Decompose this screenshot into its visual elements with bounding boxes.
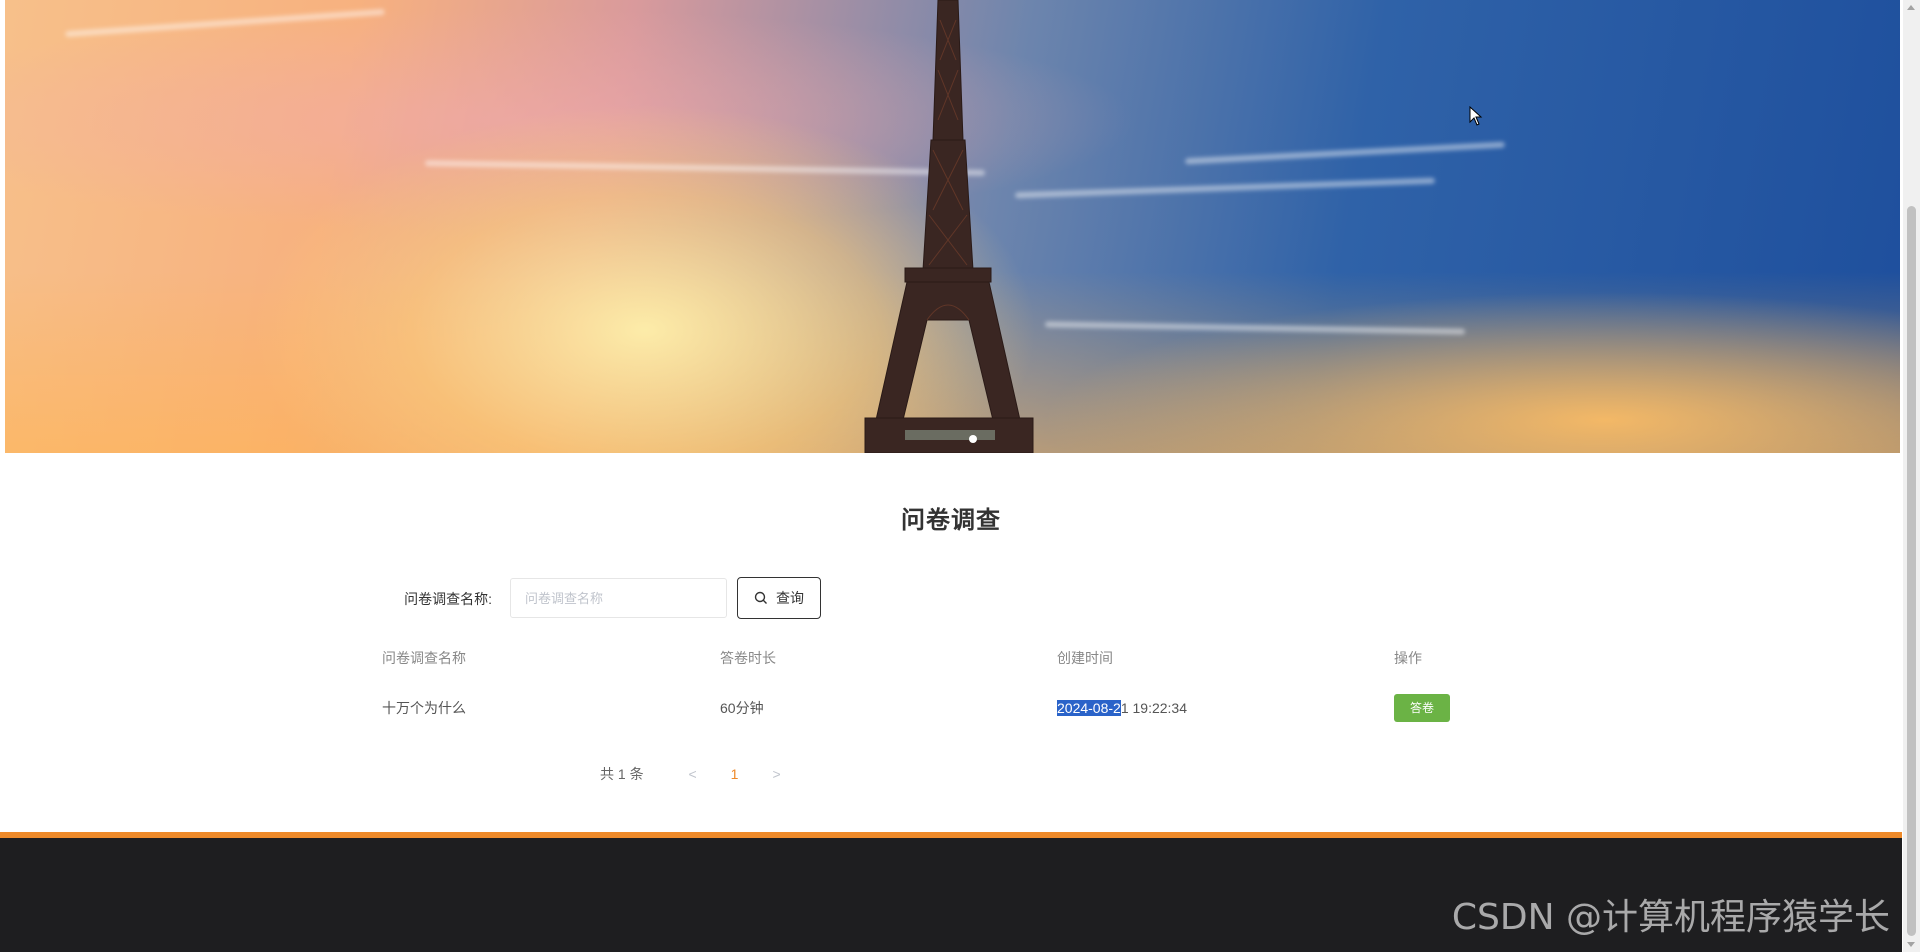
cell-survey-name: 十万个为什么 <box>382 700 466 716</box>
carousel-indicator-dot[interactable] <box>969 435 977 443</box>
pagination-prev-button[interactable]: < <box>672 766 714 782</box>
page-title: 问卷调查 <box>901 507 1001 534</box>
survey-table: 问卷调查名称 答卷时长 创建时间 操作 十万个为什么 60分钟 2024-08-… <box>368 638 1548 738</box>
page-scrollbar[interactable] <box>1903 0 1920 952</box>
eiffel-tower-image <box>864 0 1034 453</box>
search-input[interactable] <box>510 578 727 618</box>
search-button[interactable]: 查询 <box>737 577 821 619</box>
pagination-total: 共 1 条 <box>600 766 644 782</box>
cell-action: 答卷 <box>1380 678 1548 738</box>
search-button-label: 查询 <box>776 590 804 606</box>
banner-carousel[interactable] <box>5 0 1900 453</box>
scrollbar-thumb[interactable] <box>1907 206 1916 936</box>
watermark-text: CSDN @计算机程序猿学长 <box>1451 897 1890 938</box>
answer-survey-button[interactable]: 答卷 <box>1394 694 1450 722</box>
created-time-rest: 1 19:22:34 <box>1120 700 1187 716</box>
cell-duration: 60分钟 <box>720 700 764 716</box>
search-label: 问卷调查名称: <box>404 591 492 607</box>
pagination-next-button[interactable]: > <box>756 766 798 782</box>
footer: CSDN @计算机程序猿学长 <box>0 838 1902 952</box>
scroll-down-arrow-icon[interactable] <box>1907 942 1915 947</box>
pagination-page-1[interactable]: 1 <box>714 766 756 782</box>
column-header-action: 操作 <box>1394 650 1422 666</box>
mouse-cursor-icon <box>1469 106 1483 126</box>
table-row: 十万个为什么 60分钟 2024-08-21 19:22:34 答卷 <box>368 678 1548 738</box>
column-header-name: 问卷调查名称 <box>382 650 466 666</box>
search-icon <box>754 591 767 604</box>
column-header-duration: 答卷时长 <box>720 650 776 666</box>
selected-text: 2024-08-2 <box>1057 700 1121 716</box>
table-header-row: 问卷调查名称 答卷时长 创建时间 操作 <box>368 638 1548 678</box>
pagination: 共 1 条 < 1 > <box>600 762 798 786</box>
cell-created-time: 2024-08-21 19:22:34 <box>1043 678 1380 738</box>
scroll-up-arrow-icon[interactable] <box>1907 5 1915 10</box>
column-header-created: 创建时间 <box>1057 650 1113 666</box>
